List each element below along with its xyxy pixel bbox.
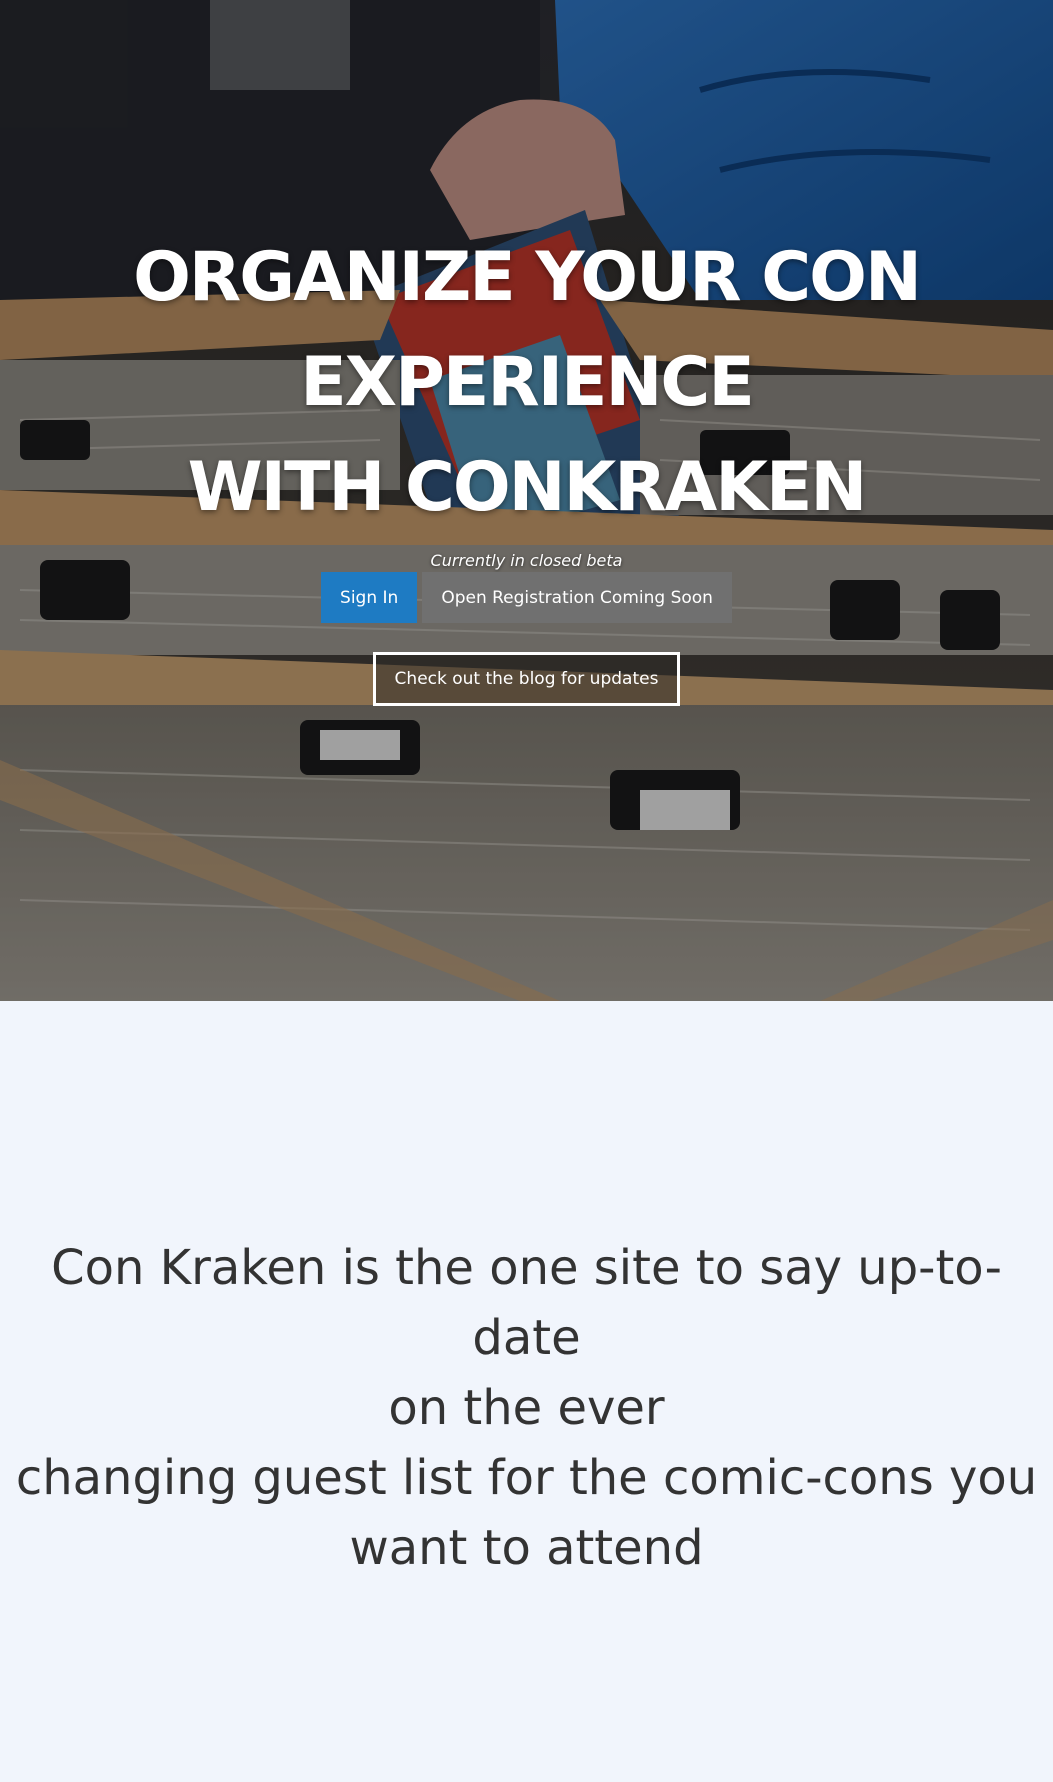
headline-line-2: EXPERIENCE	[300, 343, 755, 422]
hero-section: ORGANIZE YOUR CON EXPERIENCE WITH CONKRA…	[0, 0, 1053, 1001]
hero-headline: ORGANIZE YOUR CON EXPERIENCE WITH CONKRA…	[0, 225, 1053, 540]
about-line-3: changing guest list for the comic-cons y…	[15, 1450, 1038, 1506]
blog-updates-button[interactable]: Check out the blog for updates	[372, 652, 681, 706]
about-line-4: want to attend	[349, 1520, 704, 1576]
about-description: Con Kraken is the one site to say up-to-…	[7, 1233, 1047, 1583]
about-line-2: on the ever	[388, 1380, 665, 1436]
headline-line-1: ORGANIZE YOUR CON	[133, 238, 922, 317]
about-section: Con Kraken is the one site to say up-to-…	[0, 1001, 1053, 1782]
registration-button[interactable]: Open Registration Coming Soon	[422, 572, 732, 623]
sign-in-button[interactable]: Sign In	[321, 572, 418, 623]
about-line-1: Con Kraken is the one site to say up-to-…	[51, 1240, 1002, 1366]
hero-button-row: Sign In Open Registration Coming Soon	[0, 572, 1053, 623]
hero-content: ORGANIZE YOUR CON EXPERIENCE WITH CONKRA…	[0, 225, 1053, 706]
closed-beta-note: Currently in closed beta	[430, 551, 623, 570]
headline-line-3: WITH CONKRAKEN	[187, 448, 868, 527]
